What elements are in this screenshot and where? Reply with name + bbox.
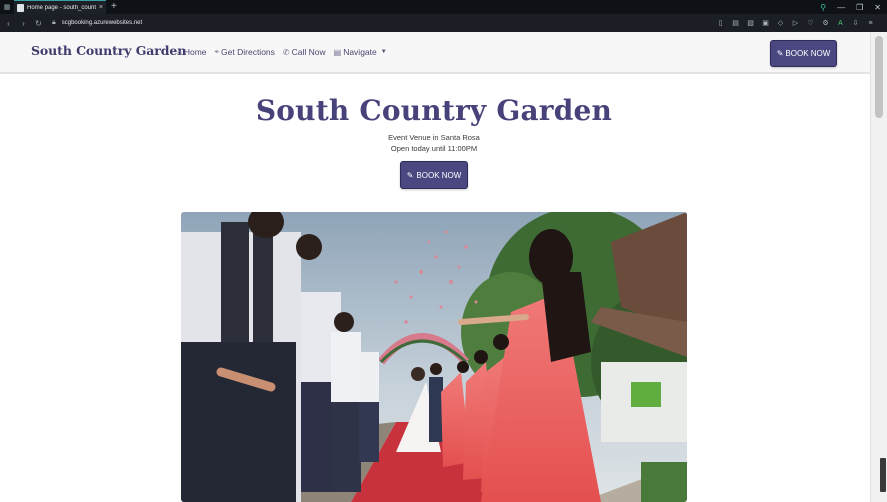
calendar-icon: ▤: [333, 47, 342, 57]
forward-arrow-icon[interactable]: ›: [16, 19, 31, 28]
book-now-label: BOOK NOW: [785, 49, 831, 58]
note-icon[interactable]: ▣: [761, 19, 770, 27]
tab-close-icon[interactable]: ×: [99, 4, 103, 11]
nav-call-now[interactable]: ✆ Call Now: [283, 47, 326, 57]
nav-call-label: Call Now: [291, 47, 326, 57]
nav-get-directions[interactable]: ⌖ Get Directions: [215, 47, 275, 57]
browser-toolbar-icons: ▯ ▤ ▧ ▣ ◇ ▷ ♡ ⚙ A ⇩ ≡: [716, 14, 875, 32]
new-tab-button[interactable]: +: [111, 0, 117, 14]
restore-icon[interactable]: ❐: [856, 3, 863, 12]
page-scrollbar[interactable]: [870, 32, 887, 502]
reader-mode-icon[interactable]: ▯: [716, 19, 725, 27]
map-pin-icon: ⌖: [214, 47, 220, 56]
hero-title: South Country Garden: [255, 94, 613, 127]
shield-icon[interactable]: ◇: [776, 19, 785, 27]
reload-icon[interactable]: ↻: [31, 19, 46, 28]
page-viewport: South Country Garden ⌂ Home ⌖ Get Direct…: [0, 32, 870, 502]
hero-photo: [181, 212, 687, 502]
venue-subtitle: Event Venue in Santa Rosa: [388, 133, 480, 142]
image-icon[interactable]: ▧: [746, 19, 755, 27]
download-icon[interactable]: ⇩: [851, 19, 860, 27]
nav-navigate-label: Navigate: [343, 47, 377, 57]
edit-icon: ✎: [776, 49, 784, 58]
scrollbar-marker: [880, 458, 886, 492]
heart-icon[interactable]: ♡: [806, 19, 815, 27]
search-icon[interactable]: ⚲: [820, 3, 826, 12]
play-icon[interactable]: ▷: [791, 19, 800, 27]
edit-icon: ✎: [406, 170, 414, 180]
home-icon: ⌂: [177, 47, 182, 57]
book-now-button-hero[interactable]: ✎ BOOK NOW: [400, 161, 468, 189]
site-navbar: South Country Garden ⌂ Home ⌖ Get Direct…: [0, 32, 870, 74]
phone-icon: ✆: [282, 47, 290, 57]
page-favicon-icon: [17, 3, 24, 12]
book-now-button-nav[interactable]: ✎ BOOK NOW: [770, 40, 837, 67]
browser-tab[interactable]: Home page - south_country ×: [14, 0, 106, 14]
close-icon[interactable]: ✕: [874, 3, 881, 12]
wedding-photo-image: [181, 212, 687, 502]
nav-home[interactable]: ⌂ Home: [177, 47, 207, 57]
gear-icon[interactable]: ⚙: [821, 19, 830, 27]
nav-home-label: Home: [183, 47, 207, 57]
brand-logo-text[interactable]: South Country Garden: [31, 43, 186, 58]
menu-icon[interactable]: ≡: [866, 20, 875, 27]
lock-icon: 🔒︎: [52, 19, 56, 26]
scrollbar-thumb[interactable]: [875, 36, 883, 118]
opening-hours: Open today until 11:00PM: [390, 144, 478, 153]
book-icon[interactable]: ▤: [731, 19, 740, 27]
minimize-icon[interactable]: —: [837, 3, 845, 12]
book-now-hero-label: BOOK NOW: [416, 170, 462, 180]
nav-navigate-dropdown[interactable]: ▤ Navigate ▼: [334, 47, 387, 57]
nav-directions-label: Get Directions: [221, 47, 275, 57]
window-controls: ⚲ — ❐ ✕: [820, 0, 881, 14]
address-bar[interactable]: 🔒︎ scgbooking.azurewebsites.net: [52, 19, 142, 27]
back-arrow-icon[interactable]: ‹: [1, 19, 16, 28]
chevron-down-icon: ▼: [380, 49, 387, 55]
nav-links: ⌂ Home ⌖ Get Directions ✆ Call Now ▤ Nav…: [177, 47, 387, 57]
grid-icon[interactable]: ▦: [0, 0, 14, 14]
url-text[interactable]: scgbooking.azurewebsites.net: [62, 20, 142, 26]
tab-title: Home page - south_country: [27, 4, 96, 11]
account-icon[interactable]: A: [836, 20, 845, 27]
browser-tab-strip: ▦ Home page - south_country × + ⚲ — ❐ ✕: [0, 0, 887, 14]
